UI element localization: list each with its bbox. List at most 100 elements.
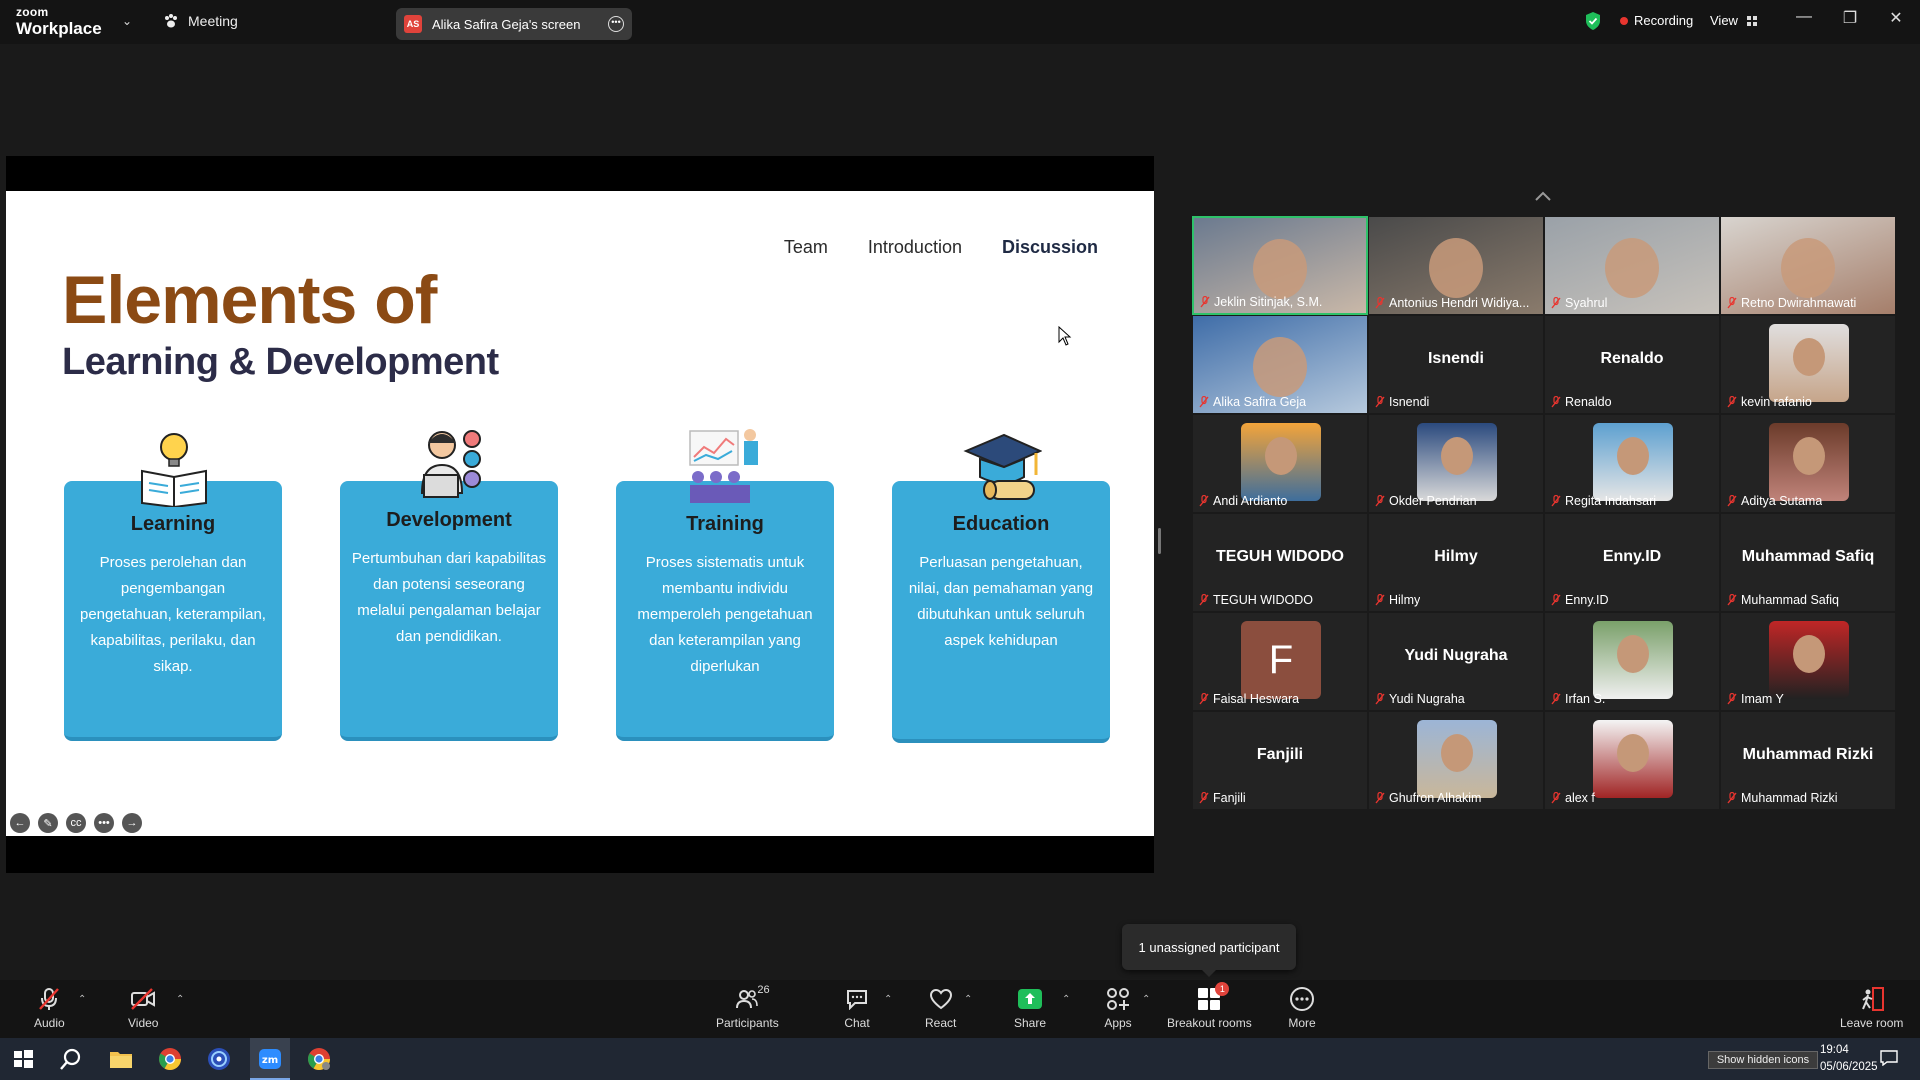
screen-share-pill[interactable]: AS Alika Safira Geja's screen ••• (396, 8, 632, 40)
windows-taskbar: zm (0, 1038, 1920, 1080)
card-learning: Learning Proses perolehan dan pengembang… (64, 481, 282, 741)
chevron-down-icon[interactable]: ⌄ (122, 14, 132, 28)
participant-tile[interactable]: Syahrul (1544, 216, 1720, 315)
participant-tile[interactable]: Jeklin Sitinjak, S.M. (1192, 216, 1368, 315)
breakout-rooms-button[interactable]: 1 Breakout rooms (1167, 982, 1252, 1030)
participant-tile[interactable]: Isnendi Isnendi (1368, 315, 1544, 414)
shield-icon[interactable] (1584, 11, 1602, 31)
participants-button[interactable]: 26 Participants (716, 984, 779, 1030)
zoom-app-icon[interactable]: zm (257, 1046, 283, 1072)
next-slide-icon[interactable]: → (122, 813, 142, 833)
participant-avatar (1769, 423, 1849, 501)
chrome-icon[interactable] (306, 1046, 332, 1072)
meeting-label: Meeting (188, 13, 238, 29)
pen-icon[interactable]: ✎ (38, 813, 58, 833)
participant-tile[interactable]: TEGUH WIDODO TEGUH WIDODO (1192, 513, 1368, 612)
meeting-toolbar: Audio ⌃ Video ⌃ 26 Participants Chat ⌃ R… (0, 980, 1920, 1038)
chat-icon (847, 990, 867, 1010)
app-compass-icon[interactable] (206, 1046, 232, 1072)
participant-name: alex f (1565, 791, 1595, 805)
audio-button[interactable]: Audio (34, 986, 65, 1030)
chat-button[interactable]: Chat (843, 986, 871, 1030)
chat-options-caret-icon[interactable]: ⌃ (884, 994, 892, 1005)
windows-start-icon[interactable] (10, 1046, 36, 1072)
participant-tile[interactable]: Fanjili Fanjili (1192, 711, 1368, 810)
video-options-caret-icon[interactable]: ⌃ (176, 994, 184, 1005)
participant-tile[interactable]: F Faisal Heswara (1192, 612, 1368, 711)
slide-nav-introduction: Introduction (867, 237, 962, 257)
participant-name-label: Hilmy (1375, 593, 1420, 607)
participant-tile[interactable]: Aditya Sutama (1720, 414, 1896, 513)
audio-options-caret-icon[interactable]: ⌃ (78, 994, 86, 1005)
participant-tile[interactable]: Andi Ardianto (1192, 414, 1368, 513)
close-icon[interactable]: ✕ (1876, 8, 1916, 28)
notification-icon[interactable] (1880, 1050, 1898, 1066)
more-icon[interactable]: ••• (94, 813, 114, 833)
previous-slide-icon[interactable]: ← (10, 813, 30, 833)
video-button[interactable]: Video (128, 986, 158, 1030)
chat-label: Chat (844, 1016, 870, 1030)
clock-date: 05/06/2025 (1820, 1061, 1878, 1073)
participant-tile[interactable]: Alika Safira Geja (1192, 315, 1368, 414)
participant-tile[interactable]: Muhammad Rizki Muhammad Rizki (1720, 711, 1896, 810)
apps-button[interactable]: Apps (1104, 986, 1132, 1030)
file-explorer-icon[interactable] (108, 1046, 134, 1072)
mic-muted-icon (1200, 296, 1210, 308)
more-button[interactable]: More (1288, 986, 1316, 1030)
card-description: Pertumbuhan dari kapabilitas dan potensi… (351, 550, 547, 645)
search-icon[interactable] (58, 1046, 84, 1072)
participant-name-label: Andi Ardianto (1199, 494, 1287, 508)
meeting-menu[interactable]: Meeting (162, 12, 238, 30)
participant-tile[interactable]: Irfan S. (1544, 612, 1720, 711)
participant-tile[interactable]: Ghufron Alhakim (1368, 711, 1544, 810)
participant-name: Isnendi (1389, 395, 1430, 409)
participant-avatar (1769, 324, 1849, 402)
mic-muted-icon (1199, 693, 1209, 705)
share-label: Share (1014, 1016, 1047, 1030)
participant-name-display: Isnendi (1427, 350, 1484, 367)
participant-tile[interactable]: Hilmy Hilmy (1368, 513, 1544, 612)
taskbar-clock[interactable]: 19:04 05/06/2025 (1820, 1042, 1878, 1076)
share-options-caret-icon[interactable]: ⌃ (1062, 994, 1070, 1005)
view-button[interactable]: View (1710, 13, 1758, 28)
participant-tile[interactable]: Regita Indahsari (1544, 414, 1720, 513)
participant-name-label: Aditya Sutama (1727, 494, 1822, 508)
participant-name-label: Irfan S. (1551, 692, 1605, 706)
participant-tile[interactable]: Renaldo Renaldo (1544, 315, 1720, 414)
react-options-caret-icon[interactable]: ⌃ (964, 994, 972, 1005)
sharer-initials: AS (404, 15, 422, 33)
slide-nav-discussion: Discussion (1001, 237, 1098, 257)
recording-indicator[interactable]: Recording (1620, 13, 1693, 28)
participant-name-label: Antonius Hendri Widiya... (1375, 296, 1529, 310)
participant-tile[interactable]: Okder Pendrian (1368, 414, 1544, 513)
participant-tile[interactable]: Yudi Nugraha Yudi Nugraha (1368, 612, 1544, 711)
participant-tile[interactable]: Enny.ID Enny.ID (1544, 513, 1720, 612)
participant-name: Muhammad Safiq (1741, 593, 1839, 607)
participant-tile[interactable]: kevin rafanio (1720, 315, 1896, 414)
apps-options-caret-icon[interactable]: ⌃ (1142, 994, 1150, 1005)
restore-icon[interactable]: ❐ (1830, 8, 1870, 28)
avatar-face (1441, 734, 1473, 772)
react-button[interactable]: React (925, 986, 956, 1030)
participant-tile[interactable]: Imam Y (1720, 612, 1896, 711)
participant-name-display: Enny.ID (1602, 548, 1662, 565)
participants-icon (736, 990, 759, 1009)
chrome-icon[interactable] (157, 1046, 183, 1072)
minimize-icon[interactable]: — (1784, 8, 1824, 26)
captions-icon[interactable]: cc (66, 813, 86, 833)
leave-room-button[interactable]: Leave room (1840, 986, 1903, 1030)
more-options-icon[interactable]: ••• (608, 16, 624, 32)
breakout-rooms-label: Breakout rooms (1167, 1016, 1252, 1030)
mic-muted-icon (1375, 792, 1385, 804)
participant-name: Yudi Nugraha (1389, 692, 1465, 706)
participant-tile[interactable]: Muhammad Safiq Muhammad Safiq (1720, 513, 1896, 612)
show-hidden-icons-tooltip[interactable]: Show hidden icons (1708, 1051, 1818, 1069)
chevron-up-icon[interactable] (1534, 190, 1552, 202)
participant-name-label: Regita Indahsari (1551, 494, 1656, 508)
participant-tile[interactable]: Antonius Hendri Widiya... (1368, 216, 1544, 315)
participant-tile[interactable]: Retno Dwirahmawati (1720, 216, 1896, 315)
developer-person-icon (420, 430, 481, 498)
panel-splitter-handle[interactable] (1158, 528, 1161, 554)
share-button[interactable]: Share (1014, 986, 1046, 1030)
participant-tile[interactable]: alex f (1544, 711, 1720, 810)
